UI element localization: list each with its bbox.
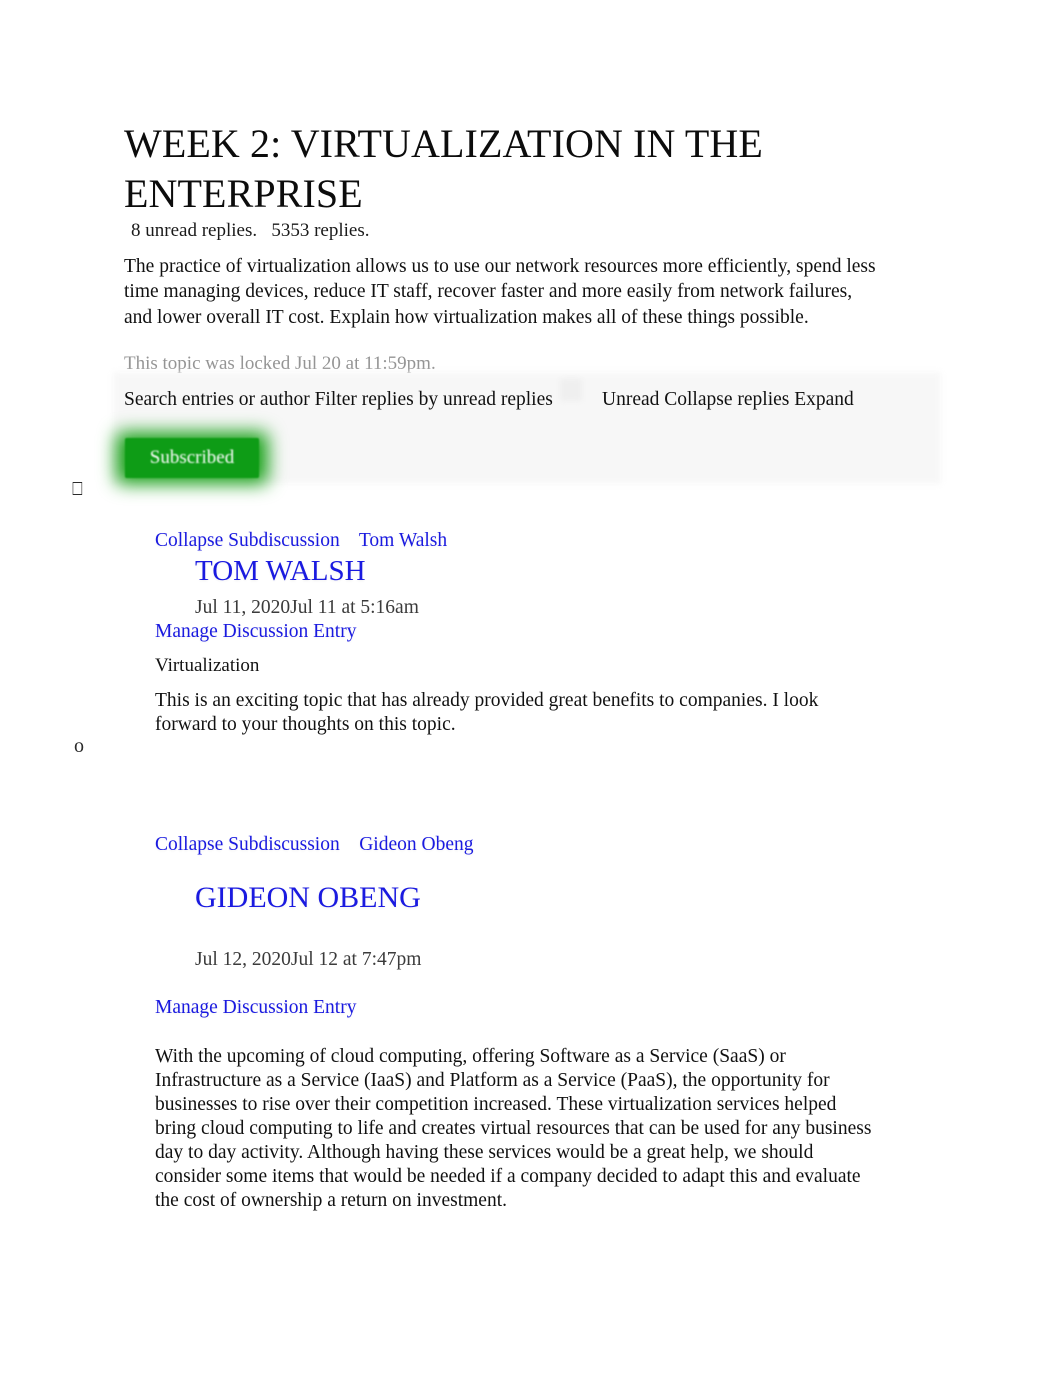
entry-body-tom-walsh: This is an exciting topic that has alrea… — [155, 690, 819, 735]
subscribed-button[interactable]: Subscribed — [125, 438, 259, 478]
entry-header-links-gideon-obeng: Collapse Subdiscussion Gideon Obeng — [155, 833, 474, 856]
manage-discussion-entry-link-gideon-obeng[interactable]: Manage Discussion Entry — [155, 996, 356, 1020]
entry-date-gideon-obeng: Jul 12, 2020Jul 12 at 7:47pm — [195, 949, 422, 970]
author-heading-gideon-obeng: GIDEON OBENG — [195, 881, 421, 914]
manage-discussion-entry-link-tom-walsh[interactable]: Manage Discussion Entry — [155, 620, 356, 644]
discussion-page: WEEK 2: VIRTUALIZATION IN THE ENTERPRISE… — [0, 0, 1062, 1377]
entry-date-tom-walsh: Jul 11, 2020Jul 11 at 5:16am — [195, 597, 419, 618]
subscribed-button-wrap: Subscribed — [116, 432, 268, 484]
discussion-prompt: The practice of virtualization allows us… — [124, 256, 876, 328]
entry-header-links-tom-walsh: Collapse Subdiscussion Tom Walsh — [155, 529, 447, 552]
author-link-tom-walsh[interactable]: Tom Walsh — [359, 530, 447, 551]
unread-collapse-expand-controls[interactable]: Unread Collapse replies Expand — [602, 388, 854, 411]
author-heading-tom-walsh: TOM WALSH — [195, 555, 366, 587]
collapse-subdiscussion-link[interactable]: Collapse Subdiscussion — [155, 834, 340, 855]
reply-counts: 8 unread replies. 5353 replies. — [131, 220, 370, 241]
entry-body-gideon-obeng: With the upcoming of cloud computing, of… — [155, 1046, 872, 1211]
author-link-gideon-obeng[interactable]: Gideon Obeng — [359, 834, 473, 855]
page-title: WEEK 2: VIRTUALIZATION IN THE ENTERPRISE — [124, 121, 763, 216]
manage-discussion-entry-label[interactable]: Manage Discussion Entry — [155, 621, 356, 642]
manage-discussion-entry-label[interactable]: Manage Discussion Entry — [155, 997, 356, 1018]
collapse-subdiscussion-link[interactable]: Collapse Subdiscussion — [155, 530, 340, 551]
list-marker-bullet: o — [74, 735, 84, 757]
list-marker-tofu: ⎕ — [72, 479, 83, 500]
search-entries-label[interactable]: Search entries or author Filter replies … — [124, 388, 564, 411]
entry-subject-tom-walsh: Virtualization — [155, 655, 260, 676]
